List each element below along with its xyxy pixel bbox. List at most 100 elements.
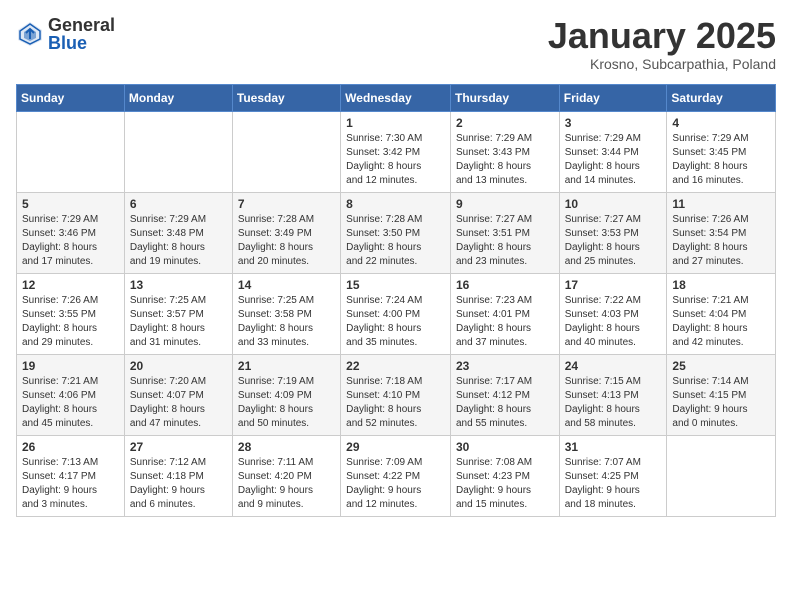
day-info: Sunrise: 7:07 AM Sunset: 4:25 PM Dayligh… (565, 456, 662, 512)
day-number: 25 (672, 359, 770, 373)
page-header: General Blue January 2025 Krosno, Subcar… (16, 16, 776, 72)
logo-text: General Blue (48, 16, 115, 52)
logo-general: General (48, 16, 115, 34)
header-monday: Monday (124, 84, 232, 111)
calendar-cell: 12Sunrise: 7:26 AM Sunset: 3:55 PM Dayli… (17, 273, 125, 354)
calendar-week-row: 1 Sunrise: 7:30 AM Sunset: 3:42 PM Daylig… (17, 111, 776, 192)
day-info: Sunrise: 7:17 AM Sunset: 4:12 PM Dayligh… (456, 375, 554, 431)
calendar-cell: 21 Sunrise: 7:19 AM Sunset: 4:09 PM Dayli… (232, 354, 340, 435)
calendar-header-row: Sunday Monday Tuesday Wednesday Thursday… (17, 84, 776, 111)
day-number: 28 (238, 440, 335, 454)
day-info: Sunrise: 7:29 AM Sunset: 3:43 PM Dayligh… (456, 132, 554, 188)
day-info: Sunrise: 7:27 AM Sunset: 3:53 PM Dayligh… (565, 213, 662, 269)
calendar-cell: 16 Sunrise: 7:23 AM Sunset: 4:01 PM Dayli… (450, 273, 559, 354)
day-number: 31 (565, 440, 662, 454)
calendar-cell (124, 111, 232, 192)
day-number: 30 (456, 440, 554, 454)
title-block: January 2025 Krosno, Subcarpathia, Polan… (548, 16, 776, 72)
day-info: Sunrise: 7:29 AM Sunset: 3:48 PM Dayligh… (130, 213, 227, 269)
day-info: Sunrise: 7:18 AM Sunset: 4:10 PM Dayligh… (346, 375, 445, 431)
calendar-week-row: 12Sunrise: 7:26 AM Sunset: 3:55 PM Dayli… (17, 273, 776, 354)
day-number: 18 (672, 278, 770, 292)
calendar-cell: 1 Sunrise: 7:30 AM Sunset: 3:42 PM Daylig… (341, 111, 451, 192)
day-info: Sunrise: 7:30 AM Sunset: 3:42 PM Dayligh… (346, 132, 445, 188)
calendar-cell: 5 Sunrise: 7:29 AM Sunset: 3:46 PM Daylig… (17, 192, 125, 273)
month-title: January 2025 (548, 16, 776, 56)
day-number: 5 (22, 197, 119, 211)
calendar-week-row: 5 Sunrise: 7:29 AM Sunset: 3:46 PM Daylig… (17, 192, 776, 273)
calendar-cell: 29Sunrise: 7:09 AM Sunset: 4:22 PM Dayli… (341, 435, 451, 516)
day-info: Sunrise: 7:20 AM Sunset: 4:07 PM Dayligh… (130, 375, 227, 431)
calendar-cell: 27 Sunrise: 7:12 AM Sunset: 4:18 PM Dayli… (124, 435, 232, 516)
calendar-cell: 6 Sunrise: 7:29 AM Sunset: 3:48 PM Daylig… (124, 192, 232, 273)
calendar-cell: 8 Sunrise: 7:28 AM Sunset: 3:50 PM Daylig… (341, 192, 451, 273)
day-info: Sunrise: 7:24 AM Sunset: 4:00 PM Dayligh… (346, 294, 445, 350)
logo-icon (16, 20, 44, 48)
calendar-cell: 18 Sunrise: 7:21 AM Sunset: 4:04 PM Dayli… (667, 273, 776, 354)
day-info: Sunrise: 7:08 AM Sunset: 4:23 PM Dayligh… (456, 456, 554, 512)
day-info: Sunrise: 7:19 AM Sunset: 4:09 PM Dayligh… (238, 375, 335, 431)
day-info: Sunrise: 7:14 AM Sunset: 4:15 PM Dayligh… (672, 375, 770, 431)
day-info: Sunrise: 7:23 AM Sunset: 4:01 PM Dayligh… (456, 294, 554, 350)
day-info: Sunrise: 7:26 AM Sunset: 3:54 PM Dayligh… (672, 213, 770, 269)
calendar-cell: 9 Sunrise: 7:27 AM Sunset: 3:51 PM Daylig… (450, 192, 559, 273)
day-number: 27 (130, 440, 227, 454)
day-info: Sunrise: 7:26 AM Sunset: 3:55 PM Dayligh… (22, 294, 119, 350)
day-number: 6 (130, 197, 227, 211)
calendar-cell: 26Sunrise: 7:13 AM Sunset: 4:17 PM Dayli… (17, 435, 125, 516)
day-info: Sunrise: 7:25 AM Sunset: 3:57 PM Dayligh… (130, 294, 227, 350)
calendar-cell: 3 Sunrise: 7:29 AM Sunset: 3:44 PM Daylig… (559, 111, 667, 192)
day-number: 7 (238, 197, 335, 211)
calendar-cell: 4Sunrise: 7:29 AM Sunset: 3:45 PM Daylig… (667, 111, 776, 192)
calendar-week-row: 26Sunrise: 7:13 AM Sunset: 4:17 PM Dayli… (17, 435, 776, 516)
day-number: 10 (565, 197, 662, 211)
day-number: 19 (22, 359, 119, 373)
day-info: Sunrise: 7:28 AM Sunset: 3:49 PM Dayligh… (238, 213, 335, 269)
day-info: Sunrise: 7:21 AM Sunset: 4:04 PM Dayligh… (672, 294, 770, 350)
calendar-cell: 20 Sunrise: 7:20 AM Sunset: 4:07 PM Dayli… (124, 354, 232, 435)
day-info: Sunrise: 7:15 AM Sunset: 4:13 PM Dayligh… (565, 375, 662, 431)
calendar-table: Sunday Monday Tuesday Wednesday Thursday… (16, 84, 776, 517)
day-number: 2 (456, 116, 554, 130)
calendar-cell: 19Sunrise: 7:21 AM Sunset: 4:06 PM Dayli… (17, 354, 125, 435)
day-info: Sunrise: 7:27 AM Sunset: 3:51 PM Dayligh… (456, 213, 554, 269)
day-number: 8 (346, 197, 445, 211)
day-number: 24 (565, 359, 662, 373)
calendar-cell: 2 Sunrise: 7:29 AM Sunset: 3:43 PM Daylig… (450, 111, 559, 192)
header-saturday: Saturday (667, 84, 776, 111)
day-number: 3 (565, 116, 662, 130)
logo-blue: Blue (48, 34, 115, 52)
day-number: 1 (346, 116, 445, 130)
day-info: Sunrise: 7:25 AM Sunset: 3:58 PM Dayligh… (238, 294, 335, 350)
header-sunday: Sunday (17, 84, 125, 111)
calendar-cell (232, 111, 340, 192)
header-tuesday: Tuesday (232, 84, 340, 111)
calendar-cell (17, 111, 125, 192)
day-number: 14 (238, 278, 335, 292)
day-number: 22 (346, 359, 445, 373)
calendar-cell: 28 Sunrise: 7:11 AM Sunset: 4:20 PM Dayli… (232, 435, 340, 516)
day-info: Sunrise: 7:12 AM Sunset: 4:18 PM Dayligh… (130, 456, 227, 512)
location-subtitle: Krosno, Subcarpathia, Poland (548, 56, 776, 72)
day-info: Sunrise: 7:29 AM Sunset: 3:44 PM Dayligh… (565, 132, 662, 188)
calendar-cell: 30 Sunrise: 7:08 AM Sunset: 4:23 PM Dayli… (450, 435, 559, 516)
header-wednesday: Wednesday (341, 84, 451, 111)
day-info: Sunrise: 7:28 AM Sunset: 3:50 PM Dayligh… (346, 213, 445, 269)
day-info: Sunrise: 7:13 AM Sunset: 4:17 PM Dayligh… (22, 456, 119, 512)
calendar-week-row: 19Sunrise: 7:21 AM Sunset: 4:06 PM Dayli… (17, 354, 776, 435)
day-number: 4 (672, 116, 770, 130)
day-info: Sunrise: 7:11 AM Sunset: 4:20 PM Dayligh… (238, 456, 335, 512)
logo: General Blue (16, 16, 115, 52)
day-number: 9 (456, 197, 554, 211)
day-number: 23 (456, 359, 554, 373)
calendar-cell: 17 Sunrise: 7:22 AM Sunset: 4:03 PM Dayli… (559, 273, 667, 354)
day-number: 13 (130, 278, 227, 292)
day-info: Sunrise: 7:29 AM Sunset: 3:46 PM Dayligh… (22, 213, 119, 269)
calendar-cell: 24 Sunrise: 7:15 AM Sunset: 4:13 PM Dayli… (559, 354, 667, 435)
day-number: 20 (130, 359, 227, 373)
day-number: 21 (238, 359, 335, 373)
day-number: 17 (565, 278, 662, 292)
calendar-cell: 23 Sunrise: 7:17 AM Sunset: 4:12 PM Dayli… (450, 354, 559, 435)
day-number: 16 (456, 278, 554, 292)
day-info: Sunrise: 7:22 AM Sunset: 4:03 PM Dayligh… (565, 294, 662, 350)
